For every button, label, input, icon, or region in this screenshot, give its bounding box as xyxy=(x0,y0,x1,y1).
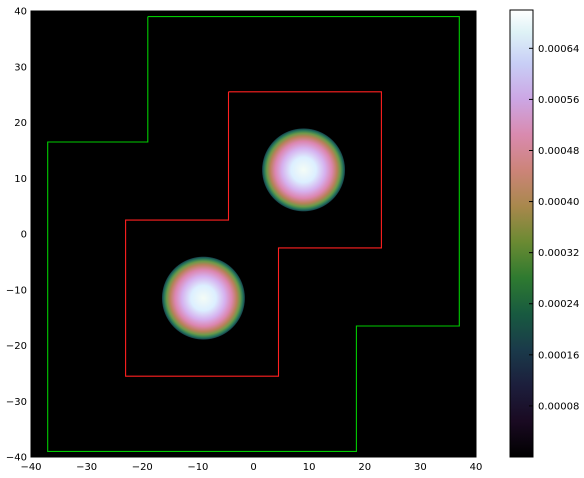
colorbar-tick-label: 0.00064 xyxy=(538,44,579,55)
x-tick-label: −40 xyxy=(20,462,41,473)
x-tick-label: 20 xyxy=(358,462,371,473)
y-tick-label: 40 xyxy=(14,7,27,18)
x-tick-label: 30 xyxy=(414,462,427,473)
plot-area xyxy=(30,10,477,458)
x-tick-label: −20 xyxy=(132,462,153,473)
y-tick-label: −20 xyxy=(6,341,27,352)
y-tick-label: 10 xyxy=(14,174,27,185)
y-tick-label: −40 xyxy=(6,453,27,464)
colorbar-tick-label: 0.00024 xyxy=(538,299,579,310)
x-tick-label: 0 xyxy=(250,462,256,473)
density-blob-1 xyxy=(261,128,346,212)
colorbar-tick-label: 0.00040 xyxy=(538,197,579,208)
x-tick-label: 40 xyxy=(470,462,483,473)
colorbar-tick-label: 0.00056 xyxy=(538,95,579,106)
y-tick-label: 20 xyxy=(14,118,27,129)
colorbar-gradient xyxy=(510,10,533,457)
y-tick-label: −30 xyxy=(6,397,27,408)
y-tick-label: −10 xyxy=(6,285,27,296)
x-tick-label: −30 xyxy=(76,462,97,473)
plot-background xyxy=(31,11,476,457)
y-tick-label: 30 xyxy=(14,62,27,73)
colorbar-tick-label: 0.00016 xyxy=(538,350,579,361)
colorbar-ticks: 0.00008 0.00016 0.00024 0.00032 0.00040 0.000… xyxy=(529,44,579,412)
colorbar: 0.00008 0.00016 0.00024 0.00032 0.00040 0.000… xyxy=(509,9,579,458)
density-blob-2 xyxy=(161,256,246,340)
colorbar-tick-label: 0.00008 xyxy=(538,401,579,412)
y-tick-label: 0 xyxy=(21,230,27,241)
chart-figure: −40 −30 −20 −10 0 10 20 30 40 −40 −30 −20 −10 0 10 20 3… xyxy=(6,7,579,474)
x-tick-label: −10 xyxy=(187,462,208,473)
colorbar-tick-label: 0.00032 xyxy=(538,248,579,259)
x-tick-label: 10 xyxy=(303,462,316,473)
colorbar-tick-label: 0.00048 xyxy=(538,146,579,157)
